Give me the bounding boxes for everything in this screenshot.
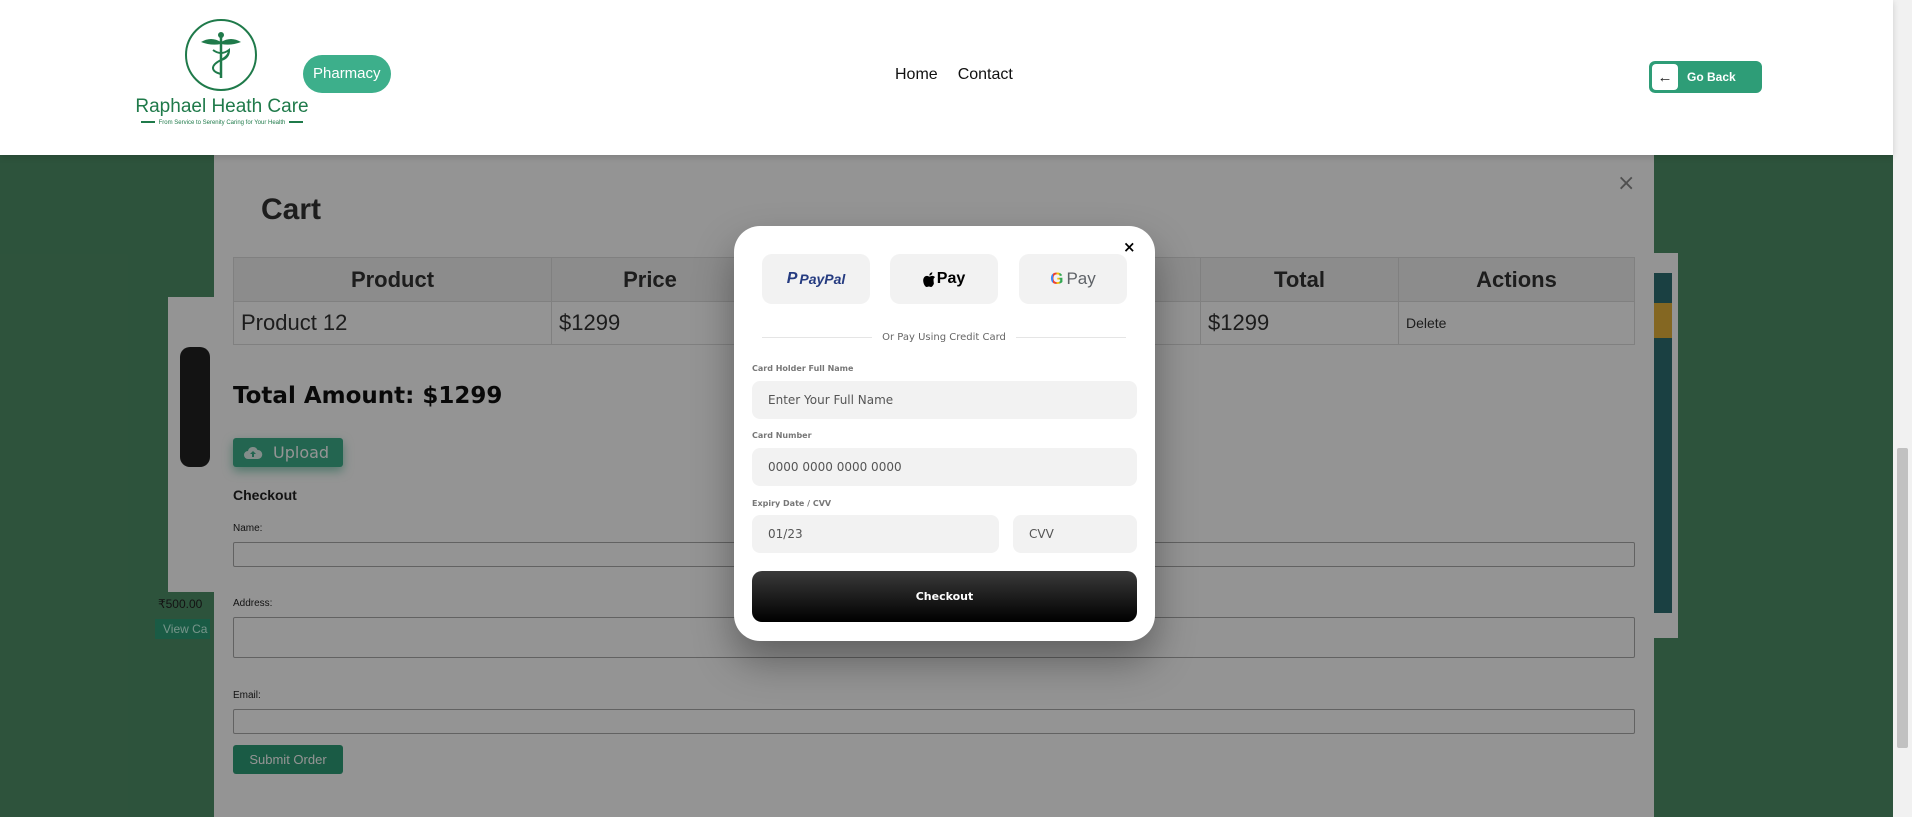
nav-contact[interactable]: Contact xyxy=(958,66,1013,84)
go-back-button[interactable]: ← Go Back xyxy=(1649,61,1762,93)
pharmacy-badge[interactable]: Pharmacy xyxy=(303,55,391,93)
paypal-button[interactable]: P PayPal xyxy=(762,254,870,304)
payment-modal: × P PayPal Pay G Pay Or Pay Using Credit… xyxy=(734,226,1155,641)
scrollbar-thumb[interactable] xyxy=(1897,448,1908,748)
brand-tagline: From Service to Serenity Caring for Your… xyxy=(132,120,312,126)
divider-line xyxy=(1015,337,1127,338)
close-icon[interactable]: × xyxy=(1123,238,1136,256)
card-holder-input[interactable]: Enter Your Full Name xyxy=(752,381,1137,419)
apple-pay-button[interactable]: Pay xyxy=(890,254,998,304)
expiry-date-input[interactable]: 01/23 xyxy=(752,515,999,553)
divider-line xyxy=(762,337,873,338)
google-pay-label: Pay xyxy=(1066,269,1096,288)
main-nav: Home Contact xyxy=(895,66,1013,84)
apple-icon xyxy=(922,271,935,287)
apple-pay-label: Pay xyxy=(936,270,966,287)
brand-name: Raphael Heath Care xyxy=(135,96,309,117)
caduceus-icon xyxy=(185,19,257,91)
cvv-input[interactable]: CVV xyxy=(1013,515,1137,553)
expiry-cvv-label: Expiry Date / CVV xyxy=(752,499,832,508)
site-header: Raphael Heath Care From Service to Seren… xyxy=(0,0,1893,155)
brand-logo[interactable]: Raphael Heath Care From Service to Seren… xyxy=(132,18,312,130)
paypal-icon: P xyxy=(786,270,798,287)
payment-divider: Or Pay Using Credit Card xyxy=(762,332,1127,343)
card-number-label: Card Number xyxy=(752,431,812,440)
paypal-label: PayPal xyxy=(799,271,846,287)
nav-home[interactable]: Home xyxy=(895,66,938,84)
card-number-input[interactable]: 0000 0000 0000 0000 xyxy=(752,448,1137,486)
checkout-button[interactable]: Checkout xyxy=(752,571,1137,622)
arrow-left-icon: ← xyxy=(1652,64,1678,90)
divider-text: Or Pay Using Credit Card xyxy=(882,332,1006,343)
go-back-label: Go Back xyxy=(1687,70,1736,84)
google-pay-button[interactable]: G Pay xyxy=(1019,254,1127,304)
card-holder-label: Card Holder Full Name xyxy=(752,364,854,373)
google-g-icon: G xyxy=(1050,269,1064,288)
page-scrollbar[interactable] xyxy=(1893,0,1912,817)
